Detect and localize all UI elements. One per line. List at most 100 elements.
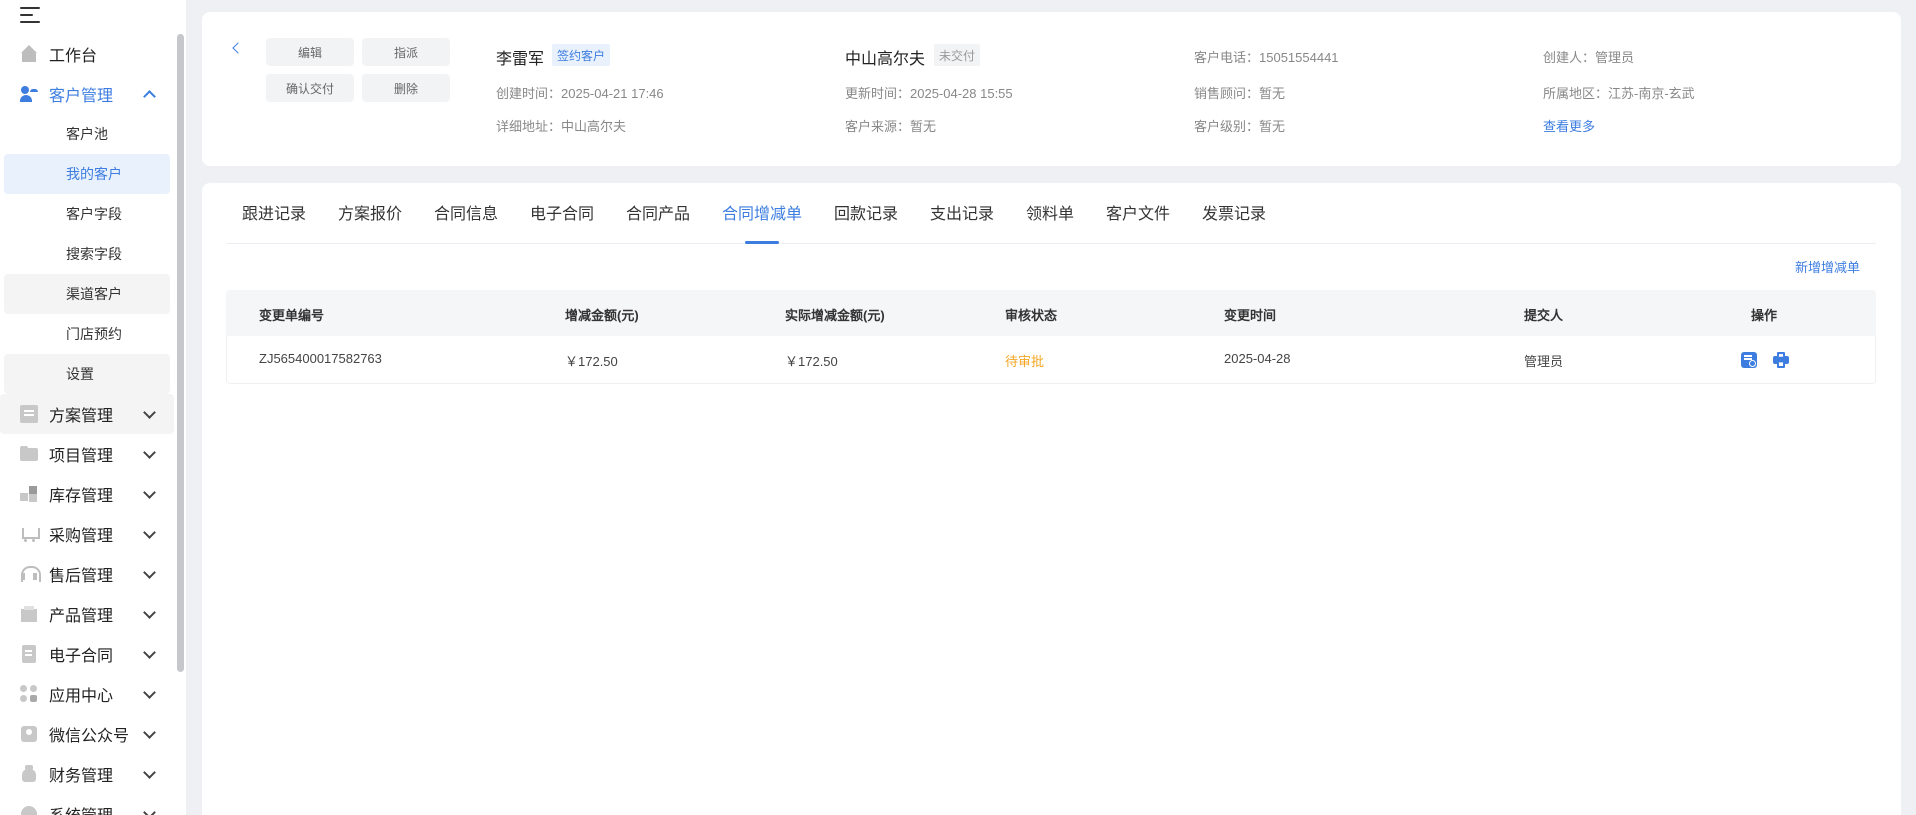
apps-icon [20, 685, 38, 703]
money-icon [20, 765, 38, 783]
tab-quote[interactable]: 方案报价 [338, 200, 402, 224]
sidebar-item-label: 售后管理 [49, 568, 114, 585]
folder-icon [20, 445, 38, 463]
view-more-link[interactable]: 查看更多 [1543, 116, 1595, 135]
print-icon[interactable] [1773, 352, 1789, 368]
product-icon [20, 605, 38, 623]
add-change-order-button[interactable]: 新增增减单 [1795, 257, 1860, 276]
tab-customer-files[interactable]: 客户文件 [1106, 200, 1170, 224]
sidebar-subitem-settings[interactable]: 设置 [4, 354, 170, 394]
review-status: 待审批 [1005, 354, 1045, 369]
wechat-icon [20, 725, 38, 743]
active-tab-indicator [745, 241, 779, 244]
tab-expense-records[interactable]: 支出记录 [930, 200, 994, 224]
column-header: 实际增减金额(元) [785, 308, 885, 323]
sidebar-item-label: 工作台 [49, 48, 98, 65]
created-time: 创建时间：2025-04-21 17:46 [496, 86, 664, 101]
home-icon [20, 45, 38, 63]
actual-change-amount: ￥172.50 [785, 354, 838, 369]
change-order-id: ZJ565400017582763 [259, 351, 382, 366]
sidebar-item-purchase-management[interactable]: 采购管理 [0, 514, 174, 554]
sidebar-subitem-customer-fields[interactable]: 客户字段 [4, 194, 170, 234]
column-header: 变更时间 [1224, 308, 1277, 323]
sidebar-subitem-store-booking[interactable]: 门店预约 [4, 314, 170, 354]
column-header: 提交人 [1524, 308, 1564, 323]
sidebar-item-label: 库存管理 [49, 488, 114, 505]
column-header: 操作 [1751, 308, 1778, 323]
tab-invoice-records[interactable]: 发票记录 [1202, 200, 1266, 224]
delivery-status-badge: 未交付 [934, 44, 981, 66]
sidebar-item-finance-management[interactable]: 财务管理 [0, 754, 174, 794]
customer-level: 客户级别：暂无 [1194, 119, 1286, 134]
sidebar-subitem-search-fields[interactable]: 搜索字段 [4, 234, 170, 274]
chevron-down-icon [143, 526, 156, 539]
region: 所属地区：江苏-南京-玄武 [1543, 86, 1695, 101]
delete-button[interactable]: 删除 [362, 74, 450, 102]
sidebar-item-label: 应用中心 [49, 688, 114, 705]
sidebar: 工作台 客户管理 客户池 我的客户 客户字段 搜索字段 渠道客户 门店预约 设置… [0, 0, 186, 815]
chevron-down-icon [143, 726, 156, 739]
sidebar-item-project-management[interactable]: 项目管理 [0, 434, 174, 474]
sidebar-item-label: 方案管理 [49, 408, 114, 425]
project-name: 中山高尔夫 [845, 51, 926, 68]
tab-follow-up[interactable]: 跟进记录 [242, 200, 306, 224]
sidebar-item-system-management[interactable]: 系统管理 [0, 794, 174, 815]
sidebar-item-label: 客户管理 [49, 88, 114, 105]
tab-e-contract[interactable]: 电子合同 [530, 200, 594, 224]
tab-payment-records[interactable]: 回款记录 [834, 200, 898, 224]
customer-name: 李雷军 [496, 51, 545, 68]
sidebar-subitem-customer-pool[interactable]: 客户池 [4, 114, 170, 154]
chevron-down-icon [143, 606, 156, 619]
view-detail-icon[interactable] [1741, 352, 1757, 368]
sidebar-item-plan-management[interactable]: 方案管理 [0, 394, 174, 434]
chevron-down-icon [143, 646, 156, 659]
sidebar-item-aftersales-management[interactable]: 售后管理 [0, 554, 174, 594]
chevron-down-icon [143, 406, 156, 419]
creator: 创建人：管理员 [1543, 50, 1635, 65]
confirm-delivery-button[interactable]: 确认交付 [266, 74, 354, 102]
sidebar-item-customer-management[interactable]: 客户管理 [0, 74, 174, 114]
sidebar-item-product-management[interactable]: 产品管理 [0, 594, 174, 634]
column-header: 审核状态 [1005, 308, 1058, 323]
chevron-down-icon [143, 486, 156, 499]
contract-icon [20, 645, 38, 663]
customer-phone: 客户电话：15051554441 [1194, 50, 1339, 65]
system-icon [20, 805, 38, 815]
sidebar-item-label: 项目管理 [49, 448, 114, 465]
sidebar-item-workbench[interactable]: 工作台 [0, 34, 174, 74]
address: 详细地址：中山高尔夫 [496, 119, 627, 134]
chevron-down-icon [143, 806, 156, 815]
sidebar-item-app-center[interactable]: 应用中心 [0, 674, 174, 714]
column-header: 增减金额(元) [565, 308, 639, 323]
chevron-down-icon [143, 446, 156, 459]
chevron-down-icon [143, 566, 156, 579]
sidebar-item-label: 产品管理 [49, 608, 114, 625]
plan-icon [20, 405, 38, 423]
edit-button[interactable]: 编辑 [266, 38, 354, 66]
sidebar-scrollbar[interactable] [177, 34, 184, 672]
customer-status-badge: 签约客户 [552, 44, 611, 66]
column-header: 变更单编号 [259, 308, 325, 323]
inventory-icon [20, 485, 38, 503]
sidebar-item-inventory-management[interactable]: 库存管理 [0, 474, 174, 514]
change-amount: ￥172.50 [565, 354, 618, 369]
customer-icon [20, 85, 38, 103]
sidebar-subitem-channel-customers[interactable]: 渠道客户 [4, 274, 170, 314]
chevron-down-icon [143, 686, 156, 699]
updated-time: 更新时间：2025-04-28 15:55 [845, 86, 1013, 101]
tab-material-requisition[interactable]: 领料单 [1026, 200, 1074, 224]
chevron-up-icon [143, 90, 156, 103]
sidebar-item-label: 微信公众号 [49, 728, 130, 745]
sidebar-item-e-contract[interactable]: 电子合同 [0, 634, 174, 674]
tab-contract-info[interactable]: 合同信息 [434, 200, 498, 224]
sidebar-subitem-my-customers[interactable]: 我的客户 [4, 154, 170, 194]
submitter: 管理员 [1524, 354, 1564, 369]
assign-button[interactable]: 指派 [362, 38, 450, 66]
tab-contract-products[interactable]: 合同产品 [626, 200, 690, 224]
tab-contract-changes[interactable]: 合同增减单 [722, 200, 802, 224]
sidebar-nav: 工作台 客户管理 客户池 我的客户 客户字段 搜索字段 渠道客户 门店预约 设置… [0, 34, 174, 815]
sidebar-item-wechat[interactable]: 微信公众号 [0, 714, 174, 754]
menu-toggle-icon[interactable] [20, 6, 40, 24]
sidebar-item-label: 电子合同 [49, 648, 114, 665]
sidebar-item-label: 财务管理 [49, 768, 114, 785]
